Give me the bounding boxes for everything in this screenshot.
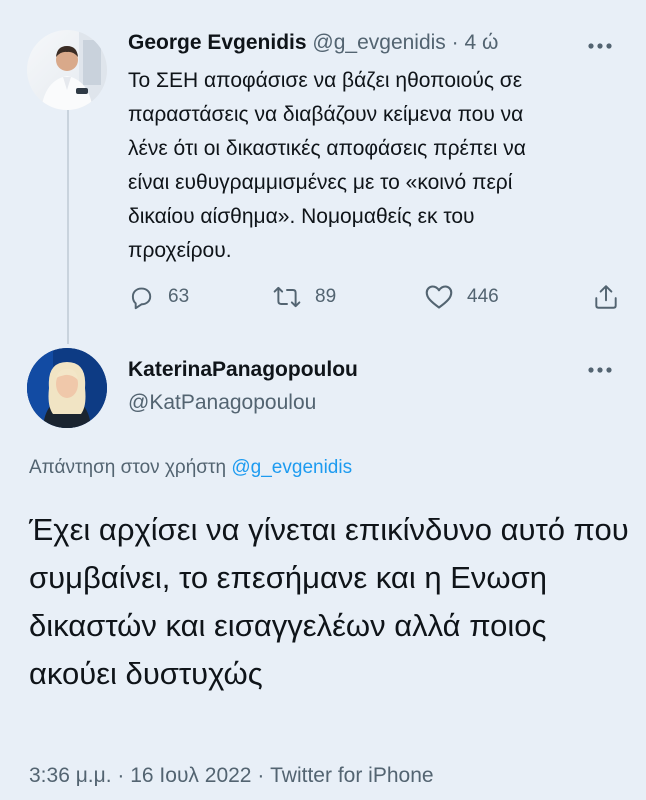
retweet-count: 89 [315,286,337,307]
tweet1-author-handle[interactable]: @g_evgenidis [312,31,445,54]
tweet2-author-handle[interactable]: @KatPanagopoulou [128,391,316,415]
reply-icon [131,287,152,310]
reply-button[interactable]: 63 [128,280,189,314]
like-icon [425,285,453,309]
share-icon [595,285,617,309]
like-count: 446 [467,286,499,307]
tweet2-author-name[interactable]: KaterinaPanagopoulou [128,358,358,382]
tweet2-text: Έχει αρχίσει να γίνεται επικίνδυνο αυτό … [29,512,629,691]
reply-count: 63 [168,286,190,307]
tweet1-more-button[interactable] [586,36,614,56]
avatar-katerina-panagopoulou[interactable] [27,348,107,428]
tweet1-header: George Evgenidis @g_evgenidis · 4 ώ [128,31,498,55]
replying-to-line: Απάντηση στον χρήστη @g_evgenidis [29,457,352,479]
thread-connector-line [67,106,69,344]
tweet1-text: Το ΣΕΗ αποφάσισε να βάζει ηθοποιούς σε π… [128,69,526,262]
replying-to-label: Απάντηση στον χρήστη [29,457,227,478]
tweet1-author-name[interactable]: George Evgenidis [128,31,307,54]
tweet1-separator: · [451,31,459,54]
tweet2-timestamp[interactable]: 3:36 μ.μ. · 16 Ιουλ 2022 · Twitter for i… [29,764,434,788]
like-button[interactable]: 446 [425,280,499,314]
more-icon [588,43,612,49]
retweet-button[interactable]: 89 [273,280,336,314]
tweet1-time[interactable]: 4 ώ [465,31,499,54]
tweet2-more-button[interactable] [586,360,614,380]
share-button[interactable] [593,280,619,314]
retweet-icon [273,286,301,308]
more-icon [588,367,612,373]
avatar-george-evgenidis[interactable] [27,30,107,110]
replying-to-mention[interactable]: @g_evgenidis [231,457,352,478]
tweet1-action-bar: 63 89 446 [128,280,623,314]
